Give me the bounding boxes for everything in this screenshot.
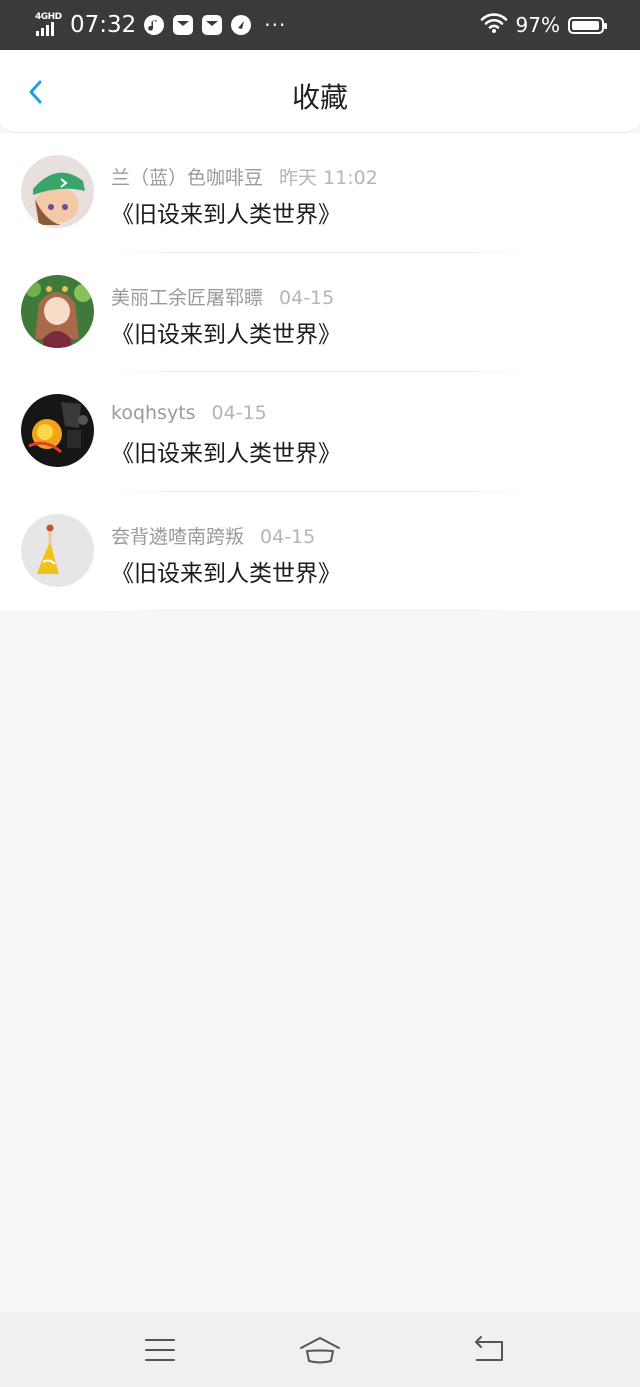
more-notifications-icon: ···: [264, 13, 287, 37]
author-name: 夽背遴喳南跨叛: [111, 525, 245, 548]
wifi-icon: [480, 12, 508, 38]
item-meta: koqhsyts 04-15: [111, 402, 267, 424]
signal-icon: 4GHD: [34, 10, 64, 40]
app-header: 收藏: [0, 50, 640, 133]
post-time: 04-15: [211, 402, 267, 424]
post-time: 04-15: [260, 525, 316, 548]
back-icon: [475, 1336, 503, 1361]
mail-app-icon-2: [202, 15, 223, 35]
author-name: 美丽工余匠屠郓瞟: [111, 286, 264, 309]
favorite-item[interactable]: 美丽工余匠屠郓瞟 04-15 《旧设来到人类世界》: [0, 253, 640, 372]
avatar[interactable]: [21, 155, 94, 228]
mail-app-icon: [173, 15, 194, 35]
item-meta: 美丽工余匠屠郓瞟 04-15: [111, 283, 334, 310]
status-time: 07:32: [70, 12, 137, 38]
item-title: 《旧设来到人类世界》: [111, 441, 341, 467]
system-nav-bar: [0, 1312, 640, 1387]
item-meta: 夽背遴喳南跨叛 04-15: [111, 522, 315, 549]
divider: [100, 610, 540, 611]
status-bar: 4GHD 07:32 ··· 97%: [0, 0, 640, 50]
home-button[interactable]: [298, 1328, 342, 1372]
post-time: 昨天 11:02: [279, 167, 378, 189]
author-name: 兰（蓝）色咖啡豆: [111, 167, 264, 189]
home-icon: [300, 1337, 340, 1364]
status-left: 4GHD 07:32 ···: [34, 0, 286, 50]
menu-icon: [145, 1339, 175, 1361]
battery-percent: 97%: [515, 13, 560, 37]
network-type: 4GHD: [35, 12, 62, 22]
avatar[interactable]: [21, 274, 94, 348]
page-title: 收藏: [291, 81, 348, 114]
status-right: 97%: [480, 0, 607, 50]
music-app-icon: [144, 15, 165, 35]
item-title: 《旧设来到人类世界》: [111, 560, 341, 587]
favorite-item[interactable]: koqhsyts 04-15 《旧设来到人类世界》: [0, 372, 640, 492]
speed-app-icon: [231, 15, 252, 35]
item-title: 《旧设来到人类世界》: [111, 321, 341, 348]
battery-icon: [568, 16, 607, 34]
item-title: 《旧设来到人类世界》: [111, 202, 341, 228]
post-time: 04-15: [279, 286, 335, 309]
author-name: koqhsyts: [111, 402, 196, 424]
menu-button[interactable]: [138, 1328, 182, 1372]
favorites-list: 兰（蓝）色咖啡豆 昨天 11:02 《旧设来到人类世界》 美丽工余匠屠郓瞟 04-1…: [0, 133, 640, 611]
back-nav-button[interactable]: [466, 1328, 510, 1372]
notification-icons: ···: [144, 13, 286, 37]
avatar[interactable]: [21, 513, 94, 587]
item-meta: 兰（蓝）色咖啡豆 昨天 11:02: [111, 163, 378, 190]
favorite-item[interactable]: 夽背遴喳南跨叛 04-15 《旧设来到人类世界》: [0, 492, 640, 611]
battery-fill: [572, 20, 600, 30]
avatar[interactable]: [21, 394, 94, 467]
favorite-item[interactable]: 兰（蓝）色咖啡豆 昨天 11:02 《旧设来到人类世界》: [0, 133, 640, 253]
